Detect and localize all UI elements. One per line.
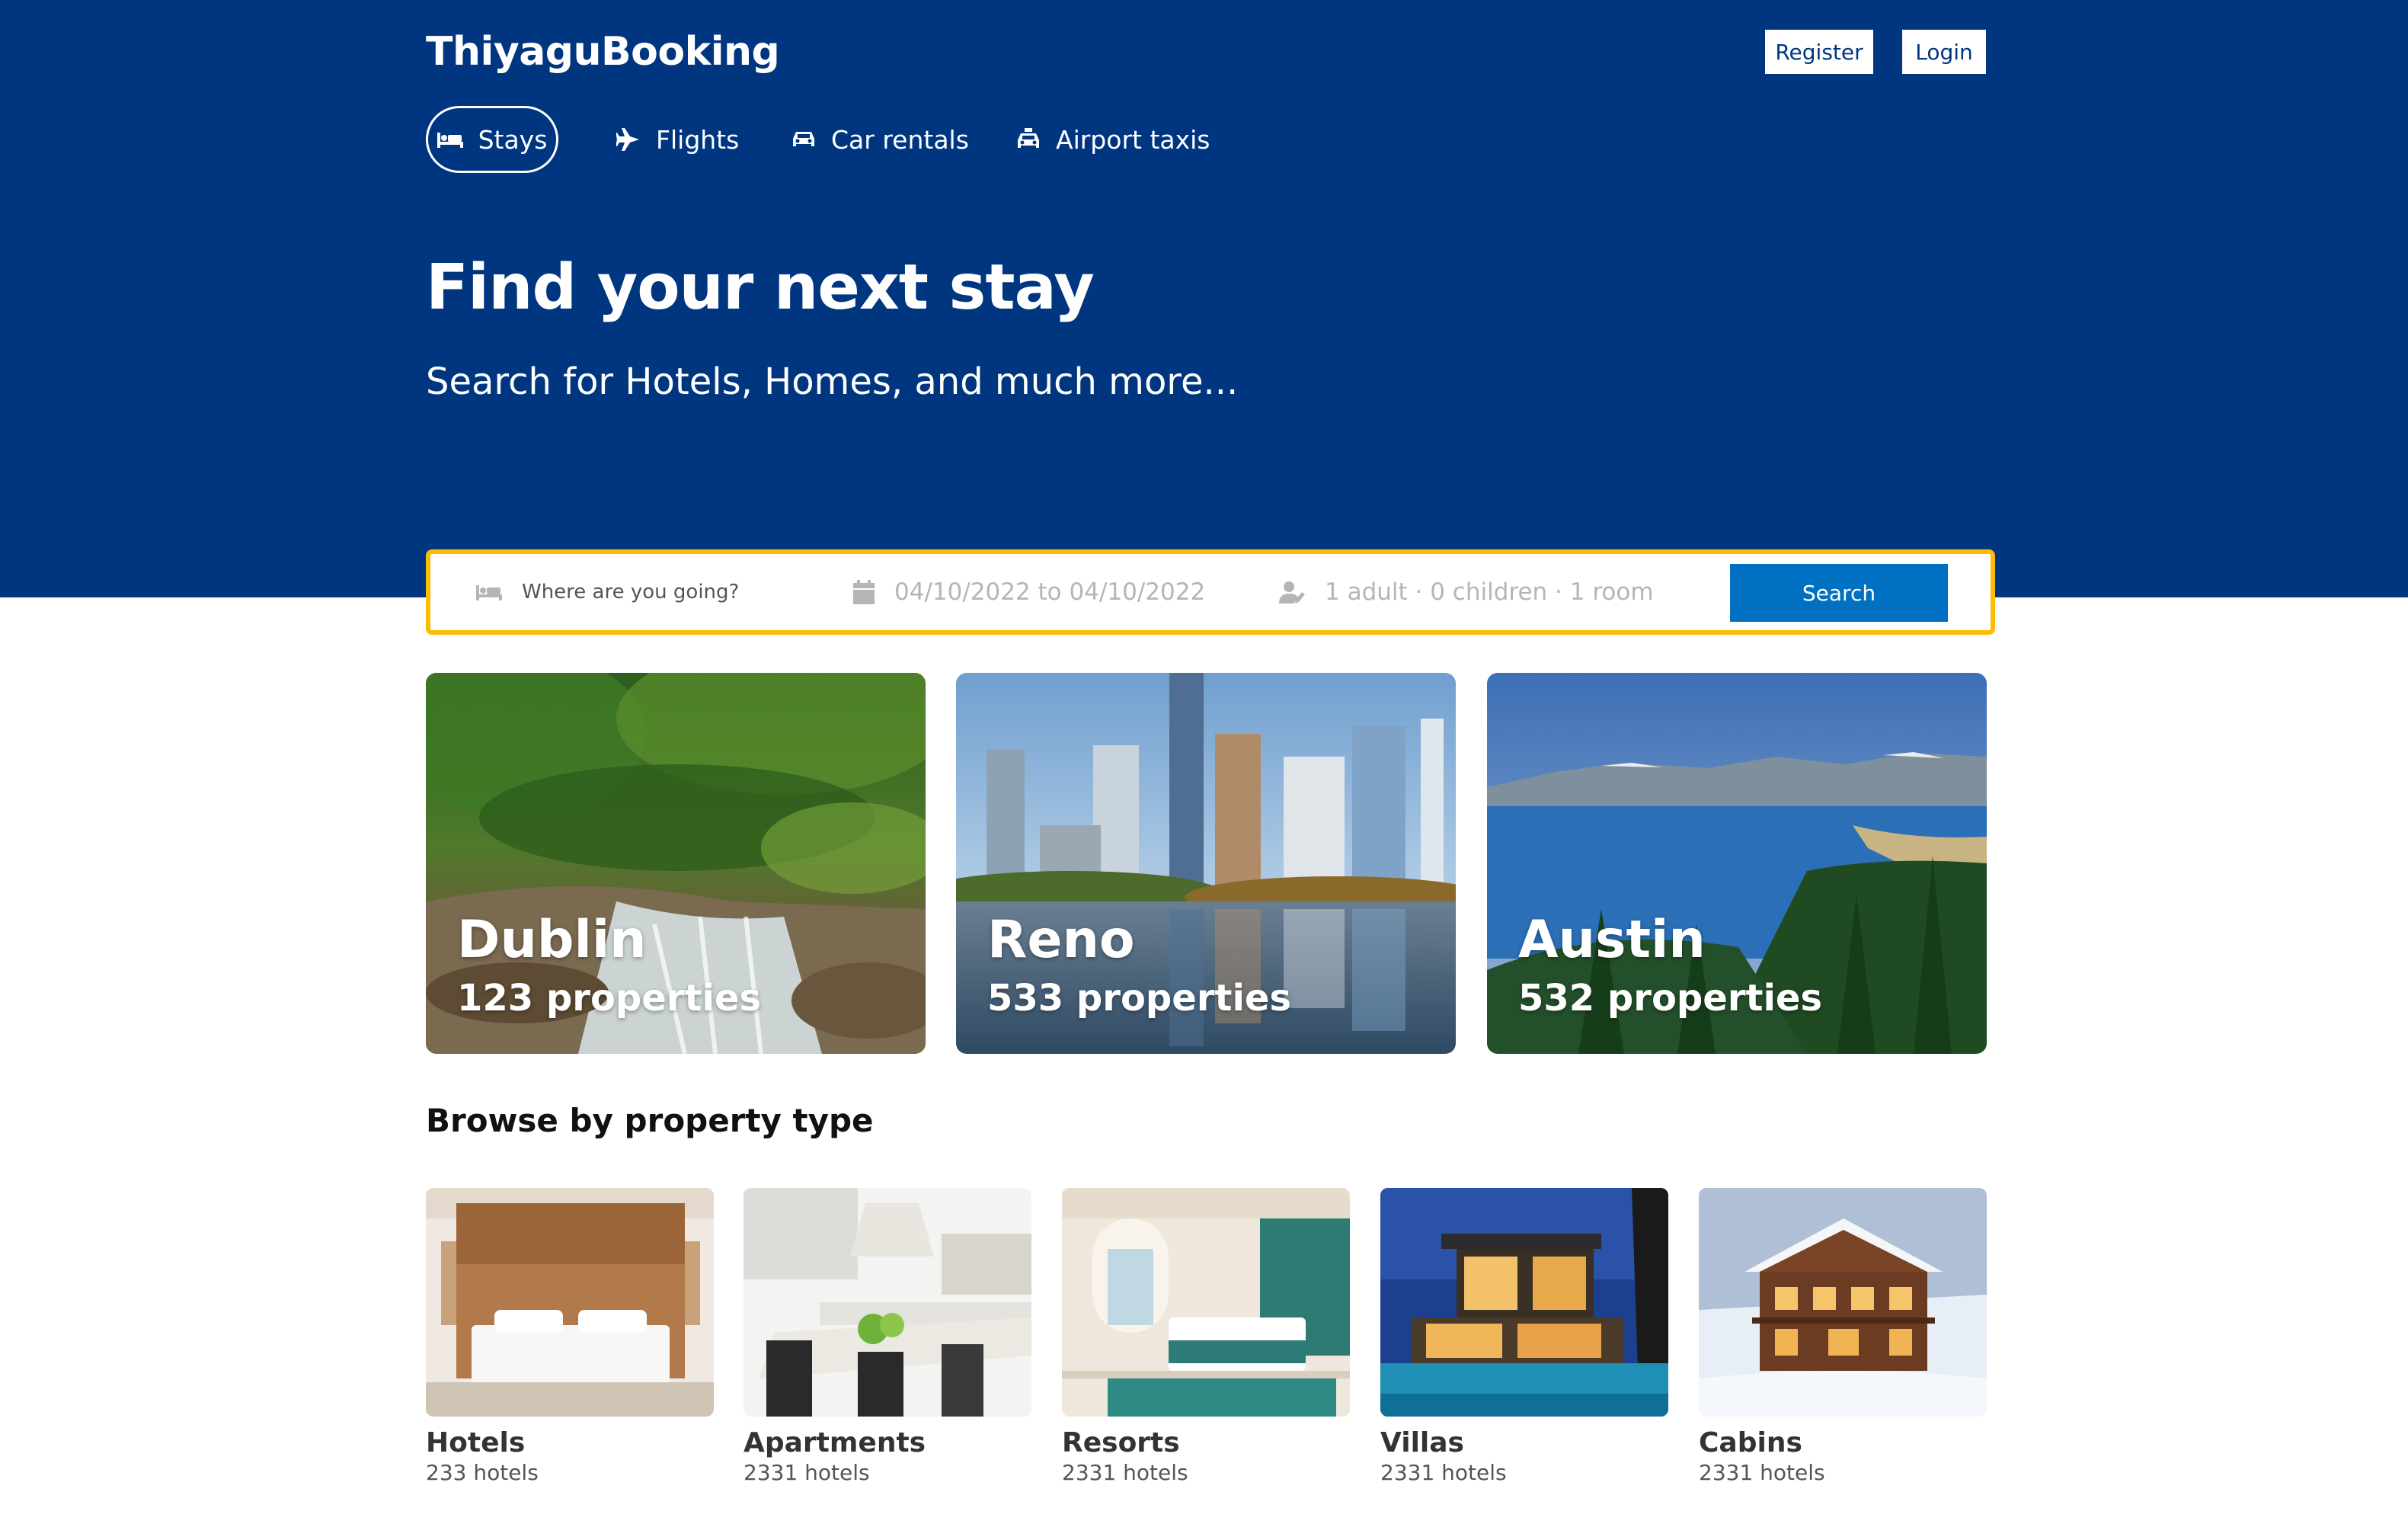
property-type-resorts[interactable]: Resorts 2331 hotels [1062, 1188, 1350, 1485]
property-type-name: Apartments [744, 1427, 926, 1458]
property-type-name: Hotels [426, 1427, 526, 1458]
property-type-name: Villas [1380, 1427, 1464, 1458]
featured-city-name: Reno [987, 910, 1135, 970]
nav-item-label: Stays [478, 124, 548, 155]
featured-city-count: 123 properties [457, 977, 762, 1020]
guests-field[interactable]: 1 adult · 0 children · 1 room [1279, 554, 1654, 630]
hotels-image [426, 1188, 714, 1417]
featured-card-reno[interactable]: Reno 533 properties [956, 673, 1456, 1054]
featured-card-austin[interactable]: Austin 532 properties [1487, 673, 1987, 1054]
plane-icon [616, 128, 639, 151]
featured-city-count: 532 properties [1518, 977, 1823, 1020]
property-type-hotels[interactable]: Hotels 233 hotels [426, 1188, 714, 1485]
property-type-apartments[interactable]: Apartments 2331 hotels [744, 1188, 1031, 1485]
search-button[interactable]: Search [1730, 564, 1948, 622]
user-icon [1279, 581, 1305, 604]
nav-item-label: Airport taxis [1056, 124, 1210, 155]
featured-cities: Dublin 123 properties Reno 533 propertie… [426, 673, 1987, 1054]
nav-item-car-rentals[interactable]: Car rentals [791, 106, 969, 173]
property-type-name: Resorts [1062, 1427, 1180, 1458]
nav-item-label: Flights [656, 124, 740, 155]
featured-city-name: Dublin [457, 910, 647, 970]
guests-text: 1 adult · 0 children · 1 room [1325, 578, 1654, 606]
logo[interactable]: ThiyaguBooking [426, 29, 780, 75]
featured-city-count: 533 properties [987, 977, 1292, 1020]
apartments-image [744, 1188, 1031, 1417]
taxi-icon [1018, 128, 1039, 148]
hero-title: Find your next stay [426, 251, 1095, 324]
property-type-count: 2331 hotels [1380, 1460, 1507, 1485]
destination-field[interactable] [476, 554, 811, 630]
nav-item-flights[interactable]: Flights [616, 106, 739, 173]
property-type-cabins[interactable]: Cabins 2331 hotels [1699, 1188, 1987, 1485]
resorts-image [1062, 1188, 1350, 1417]
featured-city-name: Austin [1518, 910, 1706, 970]
header: ThiyaguBooking Register Login Stays Flig… [0, 0, 2408, 597]
destination-input[interactable] [522, 581, 811, 604]
property-type-name: Cabins [1699, 1427, 1802, 1458]
search-bar: 04/10/2022 to 04/10/2022 1 adult · 0 chi… [426, 549, 1995, 635]
cabins-image [1699, 1188, 1987, 1417]
login-button[interactable]: Login [1902, 30, 1986, 74]
bed-icon [476, 585, 502, 600]
property-type-villas[interactable]: Villas 2331 hotels [1380, 1188, 1668, 1485]
date-field[interactable]: 04/10/2022 to 04/10/2022 [853, 554, 1205, 630]
property-type-count: 2331 hotels [1699, 1460, 1825, 1485]
property-types: Hotels 233 hotels Apartments 2331 hotels [426, 1188, 1987, 1508]
villas-image [1380, 1188, 1668, 1417]
section-title: Browse by property type [426, 1102, 874, 1139]
property-type-count: 2331 hotels [744, 1460, 870, 1485]
nav-item-label: Car rentals [831, 124, 969, 155]
nav-item-airport-taxis[interactable]: Airport taxis [1016, 106, 1210, 173]
car-icon [793, 132, 814, 146]
nav-item-stays[interactable]: Stays [426, 106, 558, 173]
property-type-count: 2331 hotels [1062, 1460, 1188, 1485]
calendar-icon [853, 580, 875, 604]
property-type-count: 233 hotels [426, 1460, 539, 1485]
register-button[interactable]: Register [1765, 30, 1873, 74]
hero-subtitle: Search for Hotels, Homes, and much more.… [426, 360, 1239, 403]
featured-card-dublin[interactable]: Dublin 123 properties [426, 673, 926, 1054]
bed-icon [437, 133, 463, 148]
date-range-text: 04/10/2022 to 04/10/2022 [894, 578, 1206, 606]
